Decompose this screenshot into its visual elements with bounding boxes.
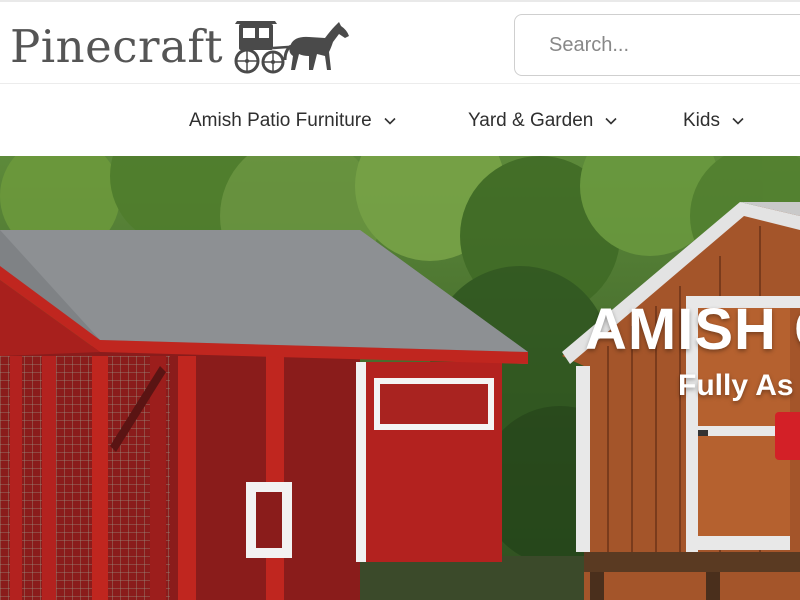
nav-item-label: Amish Patio Furniture [189,109,372,131]
search-box [514,14,800,76]
site-header: Pinecraft [0,0,800,84]
nav-item-amish-patio-furniture[interactable]: Amish Patio Furniture [189,85,396,156]
nav-item-yard-garden[interactable]: Yard & Garden [468,85,617,156]
chevron-down-icon [732,117,744,125]
hero-banner: AMISH C Fully As [0,156,800,600]
hero-cta-button[interactable] [775,412,800,460]
hero-title: AMISH C [585,297,800,362]
nav-item-label: Yard & Garden [468,109,594,131]
chevron-down-icon [605,117,617,125]
search-input[interactable] [515,15,800,75]
logo[interactable]: Pinecraft [10,16,351,76]
chevron-down-icon [384,117,396,125]
nav-item-label: Kids [683,109,720,131]
hero-subtitle: Fully As [678,369,794,402]
horse-buggy-icon [234,21,350,74]
main-nav: Amish Patio Furniture Yard & Garden Kids [0,85,800,156]
logo-text: Pinecraft [10,19,224,73]
nav-item-kids[interactable]: Kids [683,85,744,156]
